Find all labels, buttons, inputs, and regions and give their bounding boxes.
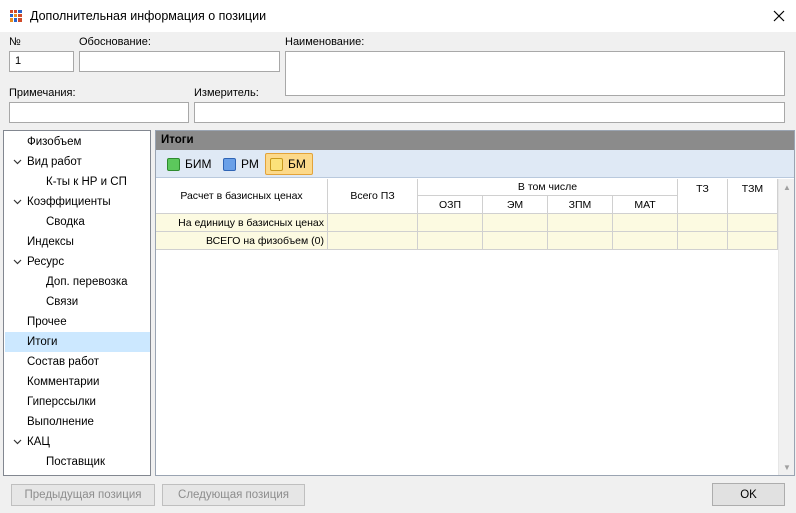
header-total-pz: Всего ПЗ (328, 179, 418, 214)
tree-item-label: Физобъем (27, 136, 82, 148)
tree-item-koefficienty[interactable]: Коэффициенты (5, 192, 150, 212)
totals-panel: Итоги БИМ РМ БМ Расчет в базисных ценах … (155, 130, 795, 476)
tree-item-fizobem[interactable]: Физобъем (5, 132, 150, 152)
tree-item-svyazi[interactable]: Связи (5, 292, 150, 312)
header-em: ЭМ (483, 196, 548, 214)
navigation-tree: Физобъем Вид работ К-ты к НР и СП Коэффи… (3, 130, 151, 476)
unit-field[interactable] (194, 102, 785, 123)
tree-item-label: Коэффициенты (27, 196, 111, 208)
cell-per-unit-tz[interactable] (678, 214, 728, 232)
header-tz: ТЗ (678, 179, 728, 214)
next-position-button[interactable]: Следующая позиция (162, 484, 305, 506)
cell-total-tzm[interactable] (728, 232, 778, 250)
cell-per-unit-pz[interactable] (328, 214, 418, 232)
tab-rm[interactable]: РМ (218, 153, 264, 175)
cell-total-ozp[interactable] (418, 232, 483, 250)
row-label-per-unit: На единицу в базисных ценах (156, 214, 328, 232)
totals-table: Расчет в базисных ценах Всего ПЗ В том ч… (156, 179, 778, 475)
scroll-down-icon[interactable]: ▼ (779, 459, 795, 475)
tree-item-k-ty-nr-sp[interactable]: К-ты к НР и СП (5, 172, 150, 192)
tree-item-label: Доп. перевозка (46, 276, 128, 288)
tree-item-giperssylki[interactable]: Гиперссылки (5, 392, 150, 412)
tab-rm-label: РМ (241, 157, 259, 171)
header-ozp: ОЗП (418, 196, 483, 214)
tree-item-vid-rabot[interactable]: Вид работ (5, 152, 150, 172)
tree-item-label: Прочее (27, 316, 67, 328)
cell-total-zpm[interactable] (548, 232, 613, 250)
number-field[interactable]: 1 (9, 51, 74, 72)
tree-item-label: КАЦ (27, 436, 50, 448)
cell-per-unit-zpm[interactable] (548, 214, 613, 232)
app-icon (9, 9, 23, 23)
tab-bim-label: БИМ (185, 157, 212, 171)
number-label: № (9, 36, 21, 48)
chevron-down-icon[interactable] (11, 192, 23, 212)
name-field[interactable] (285, 51, 785, 96)
tree-item-label: Ресурс (27, 256, 65, 268)
green-square-icon (167, 157, 180, 171)
cell-total-mat[interactable] (613, 232, 678, 250)
tree-item-label: Вид работ (27, 156, 82, 168)
tree-item-sostav-rabot[interactable]: Состав работ (5, 352, 150, 372)
previous-position-button[interactable]: Предыдущая позиция (11, 484, 155, 506)
tree-item-indeksy[interactable]: Индексы (5, 232, 150, 252)
yellow-square-icon (270, 157, 283, 171)
tree-item-svodka[interactable]: Сводка (5, 212, 150, 232)
tree-item-label: Связи (46, 296, 79, 308)
tree-item-label: Итоги (27, 336, 58, 348)
header-tzm: ТЗМ (728, 179, 778, 214)
title-bar: Дополнительная информация о позиции (0, 0, 796, 32)
tree-item-label: Комментарии (27, 376, 100, 388)
row-label-total: ВСЕГО на физобъем (0) (156, 232, 328, 250)
tree-item-vypolnenie[interactable]: Выполнение (5, 412, 150, 432)
tab-bim[interactable]: БИМ (162, 153, 217, 175)
cell-per-unit-tzm[interactable] (728, 214, 778, 232)
tree-item-label: Выполнение (27, 416, 94, 428)
cell-per-unit-ozp[interactable] (418, 214, 483, 232)
tree-item-label: Состав работ (27, 356, 100, 368)
tree-item-resurs[interactable]: Ресурс (5, 252, 150, 272)
price-type-toolbar: БИМ РМ БМ (156, 150, 794, 178)
header-calc: Расчет в базисных ценах (156, 179, 328, 214)
tree-item-label: Индексы (27, 236, 74, 248)
blue-square-icon (223, 157, 236, 171)
panel-title: Итоги (156, 131, 794, 150)
unit-label: Измеритель: (194, 87, 259, 99)
tree-item-label: Гиперссылки (27, 396, 96, 408)
header-mat: МАТ (613, 196, 678, 214)
header-zpm: ЗПМ (548, 196, 613, 214)
tree-item-kac[interactable]: КАЦ (5, 432, 150, 452)
tree-item-label: Сводка (46, 216, 85, 228)
scroll-up-icon[interactable]: ▲ (779, 179, 795, 195)
dialog-body: № 1 Обоснование: Наименование: Примечани… (0, 32, 796, 513)
tree-item-itogi[interactable]: Итоги (5, 332, 150, 352)
cell-per-unit-mat[interactable] (613, 214, 678, 232)
cell-per-unit-em[interactable] (483, 214, 548, 232)
notes-label: Примечания: (9, 87, 76, 99)
ok-button[interactable]: OK (712, 483, 785, 506)
chevron-down-icon[interactable] (11, 152, 23, 172)
cell-total-tz[interactable] (678, 232, 728, 250)
basis-field[interactable] (79, 51, 280, 72)
header-including: В том числе (418, 179, 678, 196)
chevron-down-icon[interactable] (11, 432, 23, 452)
vertical-scrollbar[interactable]: ▲ ▼ (778, 179, 794, 475)
name-label: Наименование: (285, 36, 365, 48)
notes-field[interactable] (9, 102, 189, 123)
tree-item-postavshchik[interactable]: Поставщик (5, 452, 150, 472)
close-button[interactable] (762, 1, 796, 31)
tree-item-dop-perevozka[interactable]: Доп. перевозка (5, 272, 150, 292)
tab-bm-label: БМ (288, 157, 306, 171)
tree-item-label: К-ты к НР и СП (46, 176, 127, 188)
cell-total-pz[interactable] (328, 232, 418, 250)
window-title: Дополнительная информация о позиции (30, 9, 267, 23)
cell-total-em[interactable] (483, 232, 548, 250)
basis-label: Обоснование: (79, 36, 151, 48)
close-icon (773, 10, 785, 22)
chevron-down-icon[interactable] (11, 252, 23, 272)
tab-bm[interactable]: БМ (265, 153, 313, 175)
tree-item-prochee[interactable]: Прочее (5, 312, 150, 332)
tree-item-kommentarii[interactable]: Комментарии (5, 372, 150, 392)
tree-item-label: Поставщик (46, 456, 105, 468)
